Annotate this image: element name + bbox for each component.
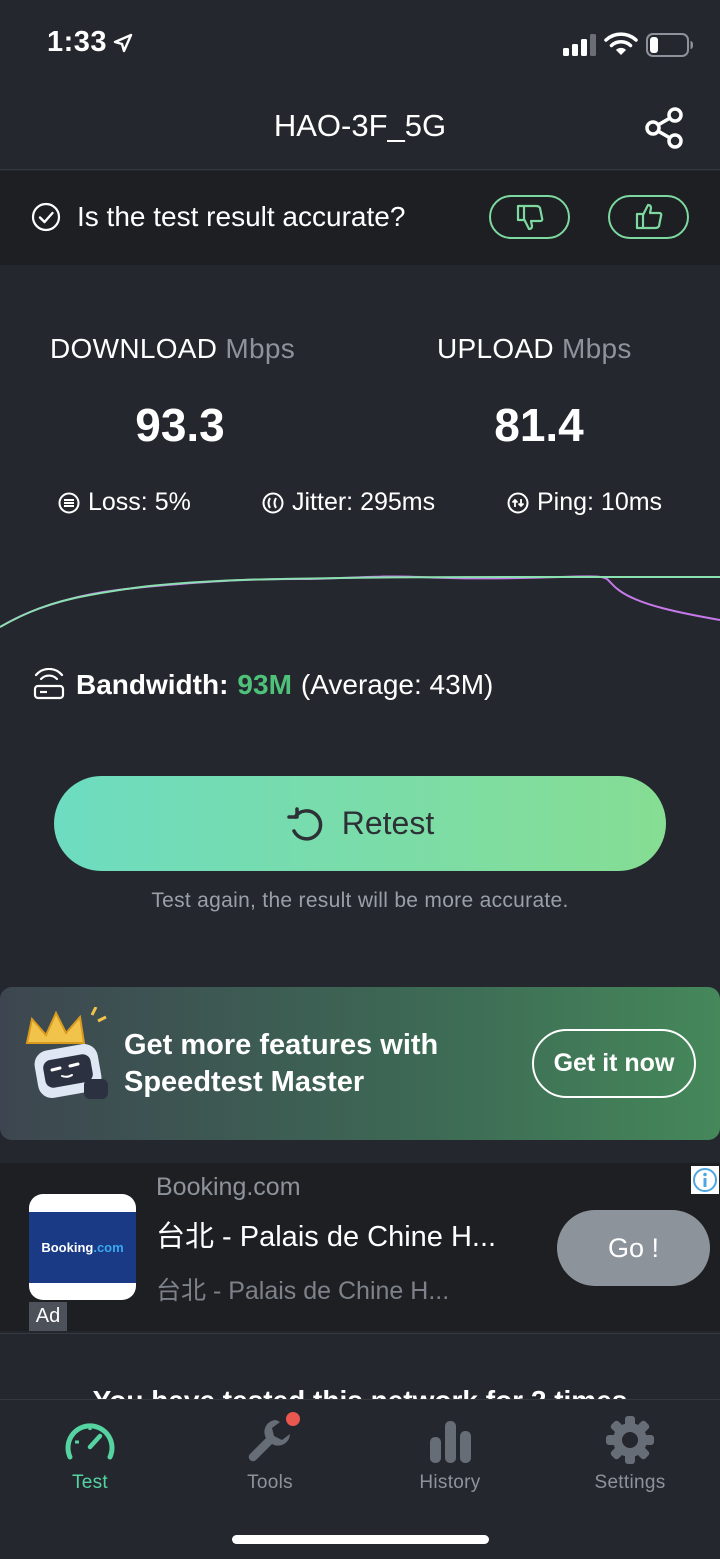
- refresh-icon: [287, 806, 323, 841]
- status-bar: 1:33: [0, 0, 720, 90]
- tab-test[interactable]: Test: [0, 1400, 180, 1505]
- retest-label: Retest: [341, 805, 435, 841]
- get-it-now-button[interactable]: Get it now: [532, 1029, 696, 1098]
- upload-label: UPLOAD Mbps: [437, 333, 632, 364]
- retest-button[interactable]: Retest: [54, 776, 666, 871]
- ad-headline: 台北 - Palais de Chine H...: [156, 1221, 497, 1253]
- tested-times-notice: You have tested this network for 2 times: [0, 1333, 720, 1399]
- bandwidth-summary: Bandwidth: 93M (Average: 43M): [32, 668, 493, 702]
- gear-icon: [606, 1416, 654, 1464]
- share-icon[interactable]: [642, 104, 690, 152]
- upload-value: 81.4: [494, 399, 584, 451]
- download-value: 93.3: [135, 399, 225, 451]
- loss-icon: [58, 492, 80, 513]
- tab-history[interactable]: History: [360, 1400, 540, 1505]
- download-speed-line: [0, 575, 720, 628]
- ad-badge: Ad: [29, 1302, 67, 1331]
- location-arrow-icon: [113, 33, 133, 53]
- ad-banner[interactable]: Booking .com Booking.com 台北 - Palais de C…: [0, 1163, 720, 1331]
- ad-advertiser: Booking.com: [156, 1173, 301, 1201]
- ad-go-button[interactable]: Go !: [557, 1210, 710, 1286]
- accuracy-question: Is the test result accurate?: [77, 201, 406, 232]
- tab-label: Test: [71, 1472, 109, 1493]
- promo-text: Get more features with Speedtest Master: [124, 1027, 504, 1101]
- ad-description: 台北 - Palais de Chine H...: [156, 1277, 450, 1305]
- thumbs-down-icon: [516, 204, 543, 231]
- accuracy-feedback-bar: Is the test result accurate?: [0, 171, 720, 265]
- home-indicator: [232, 1535, 489, 1544]
- bandwidth-average: (Average: 43M): [300, 669, 494, 700]
- logo-text: Booking: [41, 1239, 94, 1255]
- navigation-bar: HAO-3F_5G: [0, 90, 720, 170]
- tab-settings[interactable]: Settings: [540, 1400, 720, 1505]
- bandwidth-label: Bandwidth:: [76, 669, 229, 700]
- logo-suffix: .com: [93, 1239, 124, 1255]
- router-icon: [33, 668, 65, 700]
- tab-tools[interactable]: Tools: [180, 1400, 360, 1505]
- download-unit: Mbps: [225, 333, 296, 364]
- cellular-signal-icon: [563, 34, 596, 56]
- jitter-icon: [262, 492, 284, 513]
- thumbs-up-button[interactable]: [608, 195, 689, 239]
- notification-dot: [286, 1412, 300, 1426]
- wifi-icon: [604, 32, 638, 55]
- check-circle-icon: [31, 202, 61, 232]
- thumbs-down-button[interactable]: [489, 195, 570, 239]
- download-label: DOWNLOAD Mbps: [50, 333, 296, 364]
- bar-chart-icon: [430, 1421, 471, 1463]
- jitter-stat: Jitter: 295ms: [262, 488, 435, 517]
- tab-label: Tools: [247, 1472, 293, 1493]
- bandwidth-value: 93M: [237, 669, 292, 700]
- speed-graph: [0, 575, 720, 628]
- tab-label: History: [419, 1472, 481, 1493]
- crown-mascot-icon: [25, 1007, 108, 1099]
- speedometer-icon: [65, 1423, 115, 1460]
- thumbs-up-icon: [635, 203, 662, 230]
- promo-line2: Speedtest Master: [124, 1066, 365, 1098]
- packet-loss-stat: Loss: 5%: [58, 488, 191, 517]
- promo-line1: Get more features with: [124, 1029, 439, 1061]
- upload-unit: Mbps: [562, 333, 632, 364]
- status-time: 1:33: [47, 26, 108, 58]
- retest-hint: Test again, the result will be more accu…: [151, 889, 569, 912]
- booking-logo: Booking .com: [29, 1194, 136, 1300]
- tested-times-text: You have tested this network for 2 times: [0, 1385, 720, 1399]
- battery-icon: [646, 33, 693, 57]
- ping-icon: [507, 492, 529, 513]
- ad-info-icon[interactable]: [691, 1166, 719, 1194]
- ping-stat: Ping: 10ms: [507, 488, 662, 517]
- tab-label: Settings: [594, 1472, 666, 1493]
- upgrade-promo-banner[interactable]: Get more features with Speedtest Master …: [0, 987, 720, 1140]
- network-name-title: HAO-3F_5G: [273, 108, 447, 143]
